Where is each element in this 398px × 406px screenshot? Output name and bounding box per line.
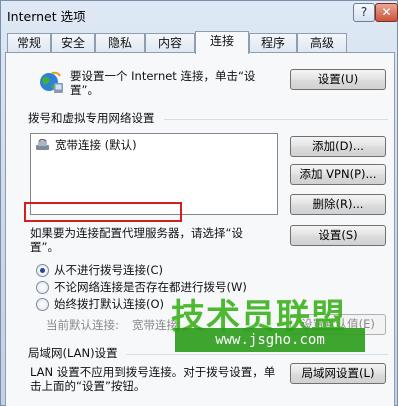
tab-connections[interactable]: 连接	[195, 31, 249, 54]
current-default-label: 当前默认连接:	[46, 318, 119, 332]
never-dial-radio[interactable]	[36, 264, 49, 277]
add-button[interactable]: 添加(D)...	[290, 136, 386, 157]
proxy-text-line1: 如果要为连接配置代理服务器，请选择“设	[30, 226, 243, 240]
always-dial-radio[interactable]	[36, 298, 49, 311]
tab-advanced[interactable]: 高级	[297, 33, 347, 53]
setup-text-line1: 要设置一个 Internet 连接，单击“设	[70, 69, 256, 83]
tab-programs[interactable]: 程序	[249, 33, 297, 53]
proxy-text-line2: 置”。	[30, 240, 59, 254]
dialup-connection-icon	[35, 138, 51, 152]
proxy-settings-button[interactable]: 设置(S)	[290, 225, 386, 246]
setup-text-line2: 置”。	[70, 83, 99, 97]
tab-content[interactable]: 内容	[145, 33, 195, 53]
add-vpn-button[interactable]: 添加 VPN(P)...	[290, 164, 386, 185]
tab-privacy[interactable]: 隐私	[95, 33, 145, 53]
never-dial-label[interactable]: 从不进行拨号连接(C)	[54, 264, 163, 277]
window-title: Internet 选项	[7, 9, 86, 24]
highlight-box	[24, 202, 182, 222]
tab-strip: 常规 安全 隐私 内容 连接 程序 高级	[1, 31, 398, 54]
globe-network-icon	[38, 69, 64, 95]
dialup-group-label: 拨号和虚拟专用网络设置	[28, 111, 155, 125]
help-icon[interactable]: ?	[353, 3, 375, 22]
lan-settings-button[interactable]: 局域网设置(L)	[290, 363, 386, 384]
connection-label: 宽带连接 (默认)	[55, 138, 137, 152]
tab-general[interactable]: 常规	[7, 33, 51, 53]
internet-options-window: Internet 选项 ? ✕ 常规 安全 隐私 内容 连接 程序 高级 要设置…	[0, 0, 398, 406]
remove-button[interactable]: 删除(R)...	[290, 194, 386, 215]
close-icon[interactable]: ✕	[375, 3, 398, 22]
connections-panel: 要设置一个 Internet 连接，单击“设 置”。 设置(U) 拨号和虚拟专用…	[5, 52, 395, 406]
lan-text-line1: LAN 设置不应用到拨号连接。对于拨号设置，单	[30, 365, 276, 379]
lan-text-line2: 击上面的“设置”按钮。	[30, 379, 146, 393]
tab-security[interactable]: 安全	[51, 33, 95, 53]
lan-group-label: 局域网(LAN)设置	[28, 346, 118, 360]
watermark-url: www.jsgho.com	[175, 328, 365, 352]
lan-divider	[126, 354, 388, 355]
always-dial-label[interactable]: 始终拨打默认连接(O)	[54, 298, 164, 311]
dialup-divider	[164, 119, 388, 120]
setup-button[interactable]: 设置(U)	[290, 69, 386, 90]
dial-whenever-radio[interactable]	[36, 281, 49, 294]
